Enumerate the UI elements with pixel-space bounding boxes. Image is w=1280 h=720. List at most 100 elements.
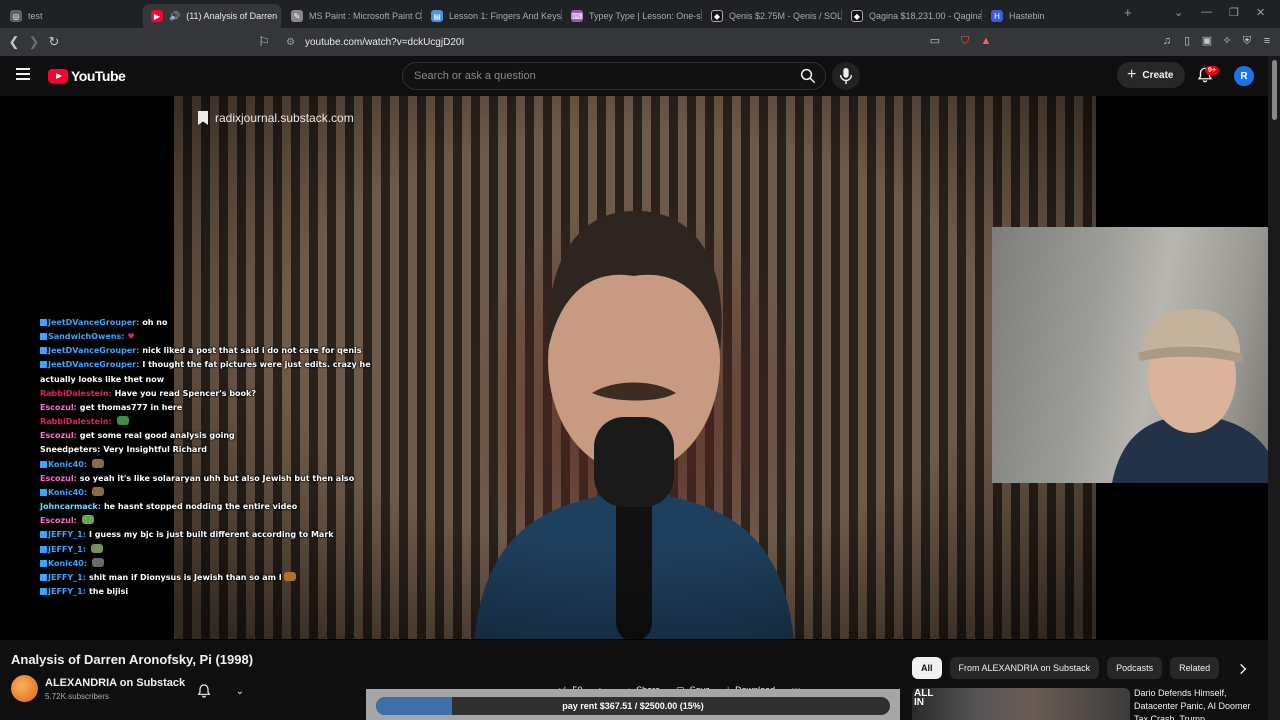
subscriber-count: 5.72K subscribers — [45, 692, 110, 701]
chat-text: ♥ — [127, 332, 135, 342]
browser-tab[interactable]: ⌨ Typey Type | Lesson: One-sylla — [563, 4, 701, 28]
wallet-icon[interactable]: ▣ — [1200, 34, 1214, 48]
recommendation-title[interactable]: Dario Defends Himself, Datacenter Panic,… — [1134, 687, 1264, 720]
subscription-notification-button[interactable]: ⌄ — [196, 680, 244, 702]
thumbnail-text: ALL IN — [914, 688, 934, 708]
chat-text: shit man if Dionysus is Jewish than so a… — [88, 572, 282, 582]
vpn-icon[interactable]: ⛨ — [1240, 34, 1254, 48]
chat-username: Escozul: — [40, 473, 77, 483]
browser-tab[interactable]: ✎ MS Paint : Microsoft Paint Onl — [283, 4, 421, 28]
chat-username: Escozul: — [40, 516, 77, 526]
new-tab-icon[interactable]: + — [1124, 5, 1132, 20]
page-scrollbar-thumb[interactable] — [1272, 60, 1277, 120]
chat-overlay: JeetDVanceGrouper: oh no SandwichOwens: ♥ Je… — [40, 316, 400, 599]
brave-shield-icon[interactable]: ⛉ — [958, 34, 972, 48]
chat-message: JeetDVanceGrouper: I thought the fat pict… — [40, 358, 400, 386]
channel-name[interactable]: ALEXANDRIA on Substack — [45, 677, 185, 689]
chat-message: JeetDVanceGrouper: oh no — [40, 316, 400, 330]
chat-message: Escozul: — [40, 514, 400, 528]
minimize-icon[interactable]: — — [1201, 6, 1212, 18]
chat-emote-icon — [283, 571, 296, 581]
sidebar-icon[interactable]: ▯ — [1180, 34, 1194, 48]
tab-title: MS Paint : Microsoft Paint Onl — [309, 11, 421, 21]
chat-username: JeetDVanceGrouper: — [48, 318, 140, 327]
chat-emote-icon — [92, 486, 105, 496]
guide-menu-icon[interactable] — [16, 68, 30, 80]
chat-username: SandwichOwens: — [48, 332, 125, 342]
chat-badge-icon — [40, 488, 47, 496]
search-input[interactable] — [403, 70, 773, 82]
site-info-icon[interactable]: ⚙ — [286, 37, 295, 48]
chip-all[interactable]: All — [912, 657, 942, 679]
chat-message: Johncarmack: he hasnt stopped nodding the… — [40, 500, 400, 514]
chat-username: Johncarmack: — [40, 502, 101, 512]
chat-message: JEFFY_1: I guess my bjc is just built dif… — [40, 528, 400, 542]
browser-tab[interactable]: ◆ Qagina $18,231.00 - Qagina / — [843, 4, 981, 28]
notification-count-badge: 9+ — [1205, 66, 1219, 75]
chat-message: RabbiDalestein: Have you read Spencer's b… — [40, 387, 400, 401]
tab-title: Lesson 1: Fingers And Keys - — [449, 11, 561, 21]
chat-username: JEFFY_1: — [48, 572, 86, 582]
bookmark-icon[interactable]: ⚐ — [256, 34, 272, 50]
typey-icon: ⌨ — [571, 10, 583, 22]
browser-tab[interactable]: ◎ test — [2, 4, 140, 28]
reload-icon[interactable]: ↻ — [46, 34, 62, 50]
voice-search-button[interactable] — [832, 62, 860, 90]
address-bar[interactable]: ⚙ youtube.com/watch?v=dckUcgjD20I — [276, 31, 1000, 53]
chat-username: RabbiDalestein: — [40, 417, 112, 427]
chat-username: JEFFY_1: — [48, 544, 86, 554]
chip-from-channel[interactable]: From ALEXANDRIA on Substack — [949, 657, 1100, 679]
chat-emote-icon — [81, 515, 94, 525]
tab-separator — [701, 9, 702, 21]
chip-podcasts[interactable]: Podcasts — [1107, 657, 1163, 679]
chat-message: Escozul: get some real good analysis goin… — [40, 429, 400, 443]
tab-search-icon[interactable]: ⌄ — [1174, 6, 1183, 19]
speaker-icon: 🔊 — [169, 10, 181, 21]
chat-message: Escozul: so yeah it's like solararyan uhh… — [40, 472, 400, 486]
chat-text: Have you read Spencer's book? — [114, 388, 256, 398]
dex-icon: ◆ — [851, 10, 863, 22]
tab-separator — [561, 9, 562, 21]
create-button[interactable]: + Create — [1117, 62, 1186, 88]
paint-icon: ✎ — [291, 10, 303, 22]
chat-text: so yeah it's like solararyan uhh but als… — [79, 473, 355, 483]
recommendation-thumbnail[interactable]: ALL IN — [912, 688, 1130, 720]
chat-username: JEFFY_1: — [48, 586, 86, 596]
page-scrollbar[interactable] — [1268, 56, 1280, 720]
subscription-bell-icon — [197, 684, 211, 698]
browser-tab[interactable]: ▤ Lesson 1: Fingers And Keys - — [423, 4, 561, 28]
cast-icon[interactable]: ▭ — [928, 34, 942, 48]
maximize-icon[interactable]: ❐ — [1229, 6, 1239, 19]
youtube-logo[interactable]: YouTube — [48, 68, 126, 84]
chat-emote-icon — [90, 543, 103, 553]
chip-related[interactable]: Related — [1170, 657, 1220, 679]
webcam-overlay — [992, 227, 1280, 483]
user-avatar[interactable]: R — [1234, 66, 1254, 86]
browser-tab[interactable]: ◆ Qenis $2.75M - Qenis / SOL o — [703, 4, 841, 28]
forward-icon[interactable]: ❯ — [26, 34, 42, 50]
channel-avatar[interactable] — [11, 675, 38, 702]
chat-text: he hasnt stopped nodding the entire vide… — [103, 502, 298, 512]
close-window-icon[interactable]: ✕ — [1256, 6, 1265, 19]
rewards-icon[interactable]: ▲ — [979, 34, 993, 48]
video-title: Analysis of Darren Aronofsky, Pi (1998) — [11, 652, 254, 667]
back-icon[interactable]: ❮ — [6, 34, 22, 50]
chat-message: JeetDVanceGrouper: nick liked a post that… — [40, 344, 400, 358]
browser-tab-active[interactable]: ▶ 🔊 (11) Analysis of Darren ✕ — [143, 4, 281, 28]
chat-text: Very Insightful Richard — [103, 445, 208, 455]
chat-username: JeetDVanceGrouper: — [48, 346, 140, 356]
menu-icon[interactable]: ≡ — [1260, 34, 1274, 48]
chevron-right-icon[interactable] — [1236, 662, 1250, 676]
chat-badge-icon — [40, 333, 47, 341]
leo-icon[interactable]: ✧ — [1220, 34, 1234, 48]
tab-title: Qagina $18,231.00 - Qagina / — [869, 11, 981, 21]
bookmark-icon — [198, 111, 208, 125]
media-icon[interactable]: ♫ — [1160, 34, 1174, 48]
chat-emote-icon — [116, 416, 129, 426]
chat-emote-icon — [92, 557, 105, 567]
chat-message: RabbiDalestein: — [40, 415, 400, 429]
address-text: youtube.com/watch?v=dckUcgjD20I — [304, 36, 465, 48]
browser-tab[interactable]: H Hastebin — [983, 4, 1121, 28]
search-icon[interactable] — [799, 67, 817, 85]
chat-message: JEFFY_1: — [40, 543, 400, 557]
